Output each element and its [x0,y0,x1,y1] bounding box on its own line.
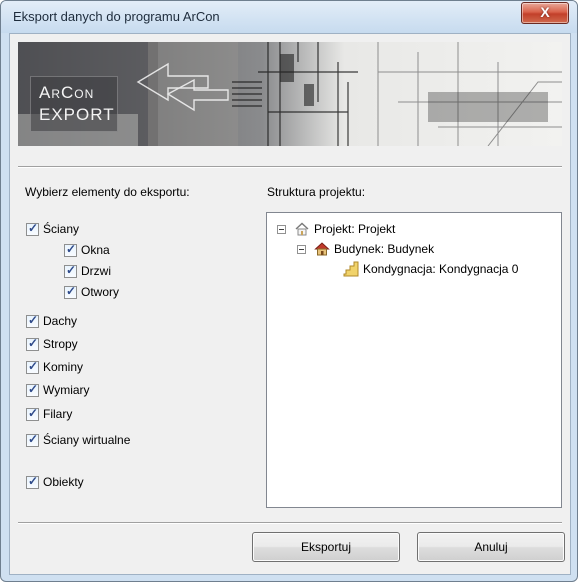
checkbox-obiekty[interactable]: ✓ Obiekty [26,474,84,490]
structure-heading: Struktura projektu: [267,185,366,199]
logo-line-arcon: ArCon [39,83,95,102]
checkbox-label: Filary [43,407,73,421]
check-icon: ✓ [27,220,39,235]
tree-node-label: Budynek: Budynek [334,242,435,256]
cancel-button[interactable]: Anuluj [417,532,565,562]
check-icon: ✓ [27,405,39,420]
checkbox-box[interactable]: ✓ [64,241,77,257]
close-button[interactable]: X [521,2,569,24]
building-house-icon [314,241,330,257]
check-icon: ✓ [27,358,39,373]
buttons-separator [18,522,562,524]
check-icon: ✓ [65,262,77,277]
close-icon: X [540,4,550,20]
window-title: Eksport danych do programu ArCon [13,9,220,24]
check-icon: ✓ [27,473,39,488]
checkbox-filary[interactable]: ✓ Filary [26,406,72,422]
export-button[interactable]: Eksportuj [252,532,400,562]
tree-node-projekt[interactable]: Projekt: Projekt [277,221,395,237]
checkbox-stropy[interactable]: ✓ Stropy [26,336,78,352]
tree-node-budynek[interactable]: Budynek: Budynek [297,241,434,257]
checkbox-label: Ściany wirtualne [43,433,131,447]
checkbox-sciany-wirtualne[interactable]: ✓ Ściany wirtualne [26,432,130,448]
checkbox-dachy[interactable]: ✓ Dachy [26,313,77,329]
checkbox-label: Wymiary [43,383,90,397]
checkbox-label: Otwory [81,285,120,299]
checkbox-label: Okna [81,243,110,257]
tree-node-kondygnacja[interactable]: Kondygnacja: Kondygnacja 0 [343,261,518,277]
checkbox-box[interactable]: ✓ [26,405,39,421]
check-icon: ✓ [65,283,77,298]
checkbox-otwory[interactable]: ✓ Otwory [64,284,119,300]
checkbox-label: Drzwi [81,264,111,278]
tree-node-label: Kondygnacja: Kondygnacja 0 [363,262,519,276]
checkbox-label: Obiekty [43,475,84,489]
checkbox-okna[interactable]: ✓ Okna [64,242,110,258]
collapse-toggle-icon[interactable] [297,244,306,254]
check-icon: ✓ [27,335,39,350]
arcon-export-logo: ArCon EXPORT [30,76,118,132]
check-icon: ✓ [65,241,77,256]
checkbox-label: Kominy [43,360,84,374]
banner-separator [18,166,562,168]
arcon-export-banner: ArCon EXPORT [18,42,562,146]
checkbox-label: Dachy [43,314,78,328]
check-icon: ✓ [27,381,39,396]
elements-heading: Wybierz elementy do eksportu: [25,185,190,199]
dialog-client-area: ArCon EXPORT Wybierz elementy do eksport… [9,33,571,575]
checkbox-sciany[interactable]: ✓ Ściany [26,221,79,237]
checkbox-drzwi[interactable]: ✓ Drzwi [64,263,111,279]
checkbox-box[interactable]: ✓ [26,335,39,351]
checkbox-box[interactable]: ✓ [26,473,39,489]
checkbox-label: Ściany [43,222,80,236]
project-structure-tree[interactable]: Projekt: Projekt Budynek: Budynek Kondyg… [266,212,562,508]
checkbox-box[interactable]: ✓ [26,220,39,236]
check-icon: ✓ [27,312,39,327]
checkbox-box[interactable]: ✓ [26,358,39,374]
checkbox-kominy[interactable]: ✓ Kominy [26,359,83,375]
checkbox-box[interactable]: ✓ [64,262,77,278]
title-bar[interactable]: Eksport danych do programu ArCon X [1,1,577,33]
tree-node-label: Projekt: Projekt [314,222,396,236]
checkbox-box[interactable]: ✓ [64,283,77,299]
logo-line-export: EXPORT [39,105,115,124]
dialog-window: Eksport danych do programu ArCon X ArCon… [0,0,578,582]
check-icon: ✓ [27,431,39,446]
checkbox-box[interactable]: ✓ [26,431,39,447]
project-house-icon [294,221,310,237]
checkbox-label: Stropy [43,337,78,351]
checkbox-wymiary[interactable]: ✓ Wymiary [26,382,90,398]
collapse-toggle-icon[interactable] [277,224,286,234]
checkbox-box[interactable]: ✓ [26,381,39,397]
floor-stairs-icon [343,261,359,277]
checkbox-box[interactable]: ✓ [26,312,39,328]
